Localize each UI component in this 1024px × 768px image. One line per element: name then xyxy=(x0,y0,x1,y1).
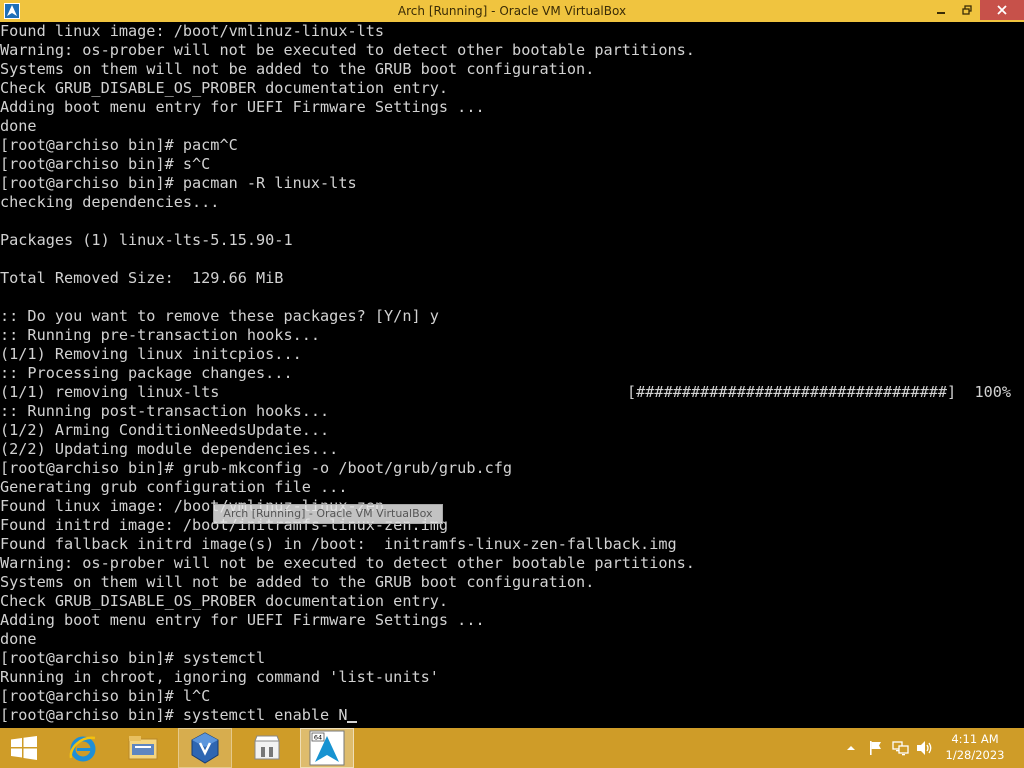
system-clock[interactable]: 4:11 AM 1/28/2023 xyxy=(930,731,1020,763)
minimize-button[interactable] xyxy=(928,0,954,20)
chevron-up-icon xyxy=(847,746,855,750)
windows-start-icon[interactable] xyxy=(10,736,38,760)
taskbar-store[interactable] xyxy=(240,728,294,768)
console-line: (1/2) Arming ConditionNeedsUpdate... xyxy=(0,421,330,439)
console-line: Adding boot menu entry for UEFI Firmware… xyxy=(0,98,485,116)
close-button[interactable] xyxy=(980,0,1024,20)
console-line: Running in chroot, ignoring command 'lis… xyxy=(0,668,439,686)
console-line: Found fallback initrd image(s) in /boot:… xyxy=(0,535,677,553)
console-line: Adding boot menu entry for UEFI Firmware… xyxy=(0,611,485,629)
window-titlebar[interactable]: Arch [Running] - Oracle VM VirtualBox xyxy=(0,0,1024,22)
console-line-current: [root@archiso bin]# systemctl enable N xyxy=(0,706,358,725)
progress-bar-text: [##################################] 100… xyxy=(627,383,1012,401)
action-center-button[interactable] xyxy=(868,740,884,756)
window-title: Arch [Running] - Oracle VM VirtualBox xyxy=(397,4,627,18)
console-line: [root@archiso bin]# pacm^C xyxy=(0,136,238,154)
console-line: (1/1) removing linux-lts xyxy=(0,383,220,401)
console-line: Systems on them will not be added to the… xyxy=(0,60,595,78)
taskbar: 64 4:11 AM 1/28/2023 xyxy=(0,728,1024,768)
flag-icon xyxy=(870,741,881,755)
console-line: [root@archiso bin]# grub-mkconfig -o /bo… xyxy=(0,459,513,477)
taskbar-internet-explorer[interactable] xyxy=(56,728,110,768)
console-prompt-text: [root@archiso bin]# systemctl enable N xyxy=(0,706,348,724)
restore-button[interactable] xyxy=(954,0,980,20)
console-line: [root@archiso bin]# pacman -R linux-lts xyxy=(0,174,357,192)
console-line: Warning: os-prober will not be executed … xyxy=(0,554,695,572)
internet-explorer-icon xyxy=(69,736,96,762)
taskbar-virtualbox-manager[interactable] xyxy=(178,728,232,768)
clock-time: 4:11 AM xyxy=(951,732,999,746)
console-line: Check GRUB_DISABLE_OS_PROBER documentati… xyxy=(0,79,449,97)
network-icon xyxy=(892,741,909,756)
file-explorer-icon xyxy=(128,736,158,760)
taskbar-file-explorer[interactable] xyxy=(116,728,170,768)
vm-console-screen[interactable]: Found linux image: /boot/vmlinuz-linux-l… xyxy=(0,22,1024,728)
arch-vm-icon: 64 xyxy=(309,730,345,766)
console-line: :: Running post-transaction hooks... xyxy=(0,402,330,420)
console-line: (2/2) Updating module dependencies... xyxy=(0,440,339,458)
console-line: Total Removed Size: 129.66 MiB xyxy=(0,269,284,287)
console-line: :: Processing package changes... xyxy=(0,364,293,382)
console-line: [root@archiso bin]# l^C xyxy=(0,687,211,705)
store-icon xyxy=(254,735,280,760)
text-cursor xyxy=(347,721,358,723)
console-line: [root@archiso bin]# s^C xyxy=(0,155,211,173)
console-line: Warning: os-prober will not be executed … xyxy=(0,41,695,59)
virtualbox-manager-icon xyxy=(191,732,219,764)
clock-date: 1/28/2023 xyxy=(945,748,1005,762)
taskbar-arch-vm[interactable]: 64 xyxy=(300,728,354,768)
console-line: Generating grub configuration file ... xyxy=(0,478,348,496)
minimize-icon xyxy=(937,12,945,14)
show-hidden-icons-button[interactable] xyxy=(846,740,856,756)
console-line: Check GRUB_DISABLE_OS_PROBER documentati… xyxy=(0,592,449,610)
arch-vm-badge: 64 xyxy=(314,734,322,742)
console-line: Packages (1) linux-lts-5.15.90-1 xyxy=(0,231,293,249)
console-line: [root@archiso bin]# systemctl xyxy=(0,649,266,667)
console-line: (1/1) Removing linux initcpios... xyxy=(0,345,302,363)
console-line: Found linux image: /boot/vmlinuz-linux-l… xyxy=(0,22,385,40)
console-line: done xyxy=(0,630,37,648)
restore-icon xyxy=(962,5,972,15)
console-line: Systems on them will not be added to the… xyxy=(0,573,595,591)
console-line: done xyxy=(0,117,37,135)
network-button[interactable] xyxy=(892,740,910,756)
console-line: :: Running pre-transaction hooks... xyxy=(0,326,321,344)
console-line: :: Do you want to remove these packages?… xyxy=(0,307,439,325)
console-line: checking dependencies... xyxy=(0,193,220,211)
window-tooltip: Arch [Running] - Oracle VM VirtualBox xyxy=(213,504,443,524)
close-icon xyxy=(997,5,1007,15)
